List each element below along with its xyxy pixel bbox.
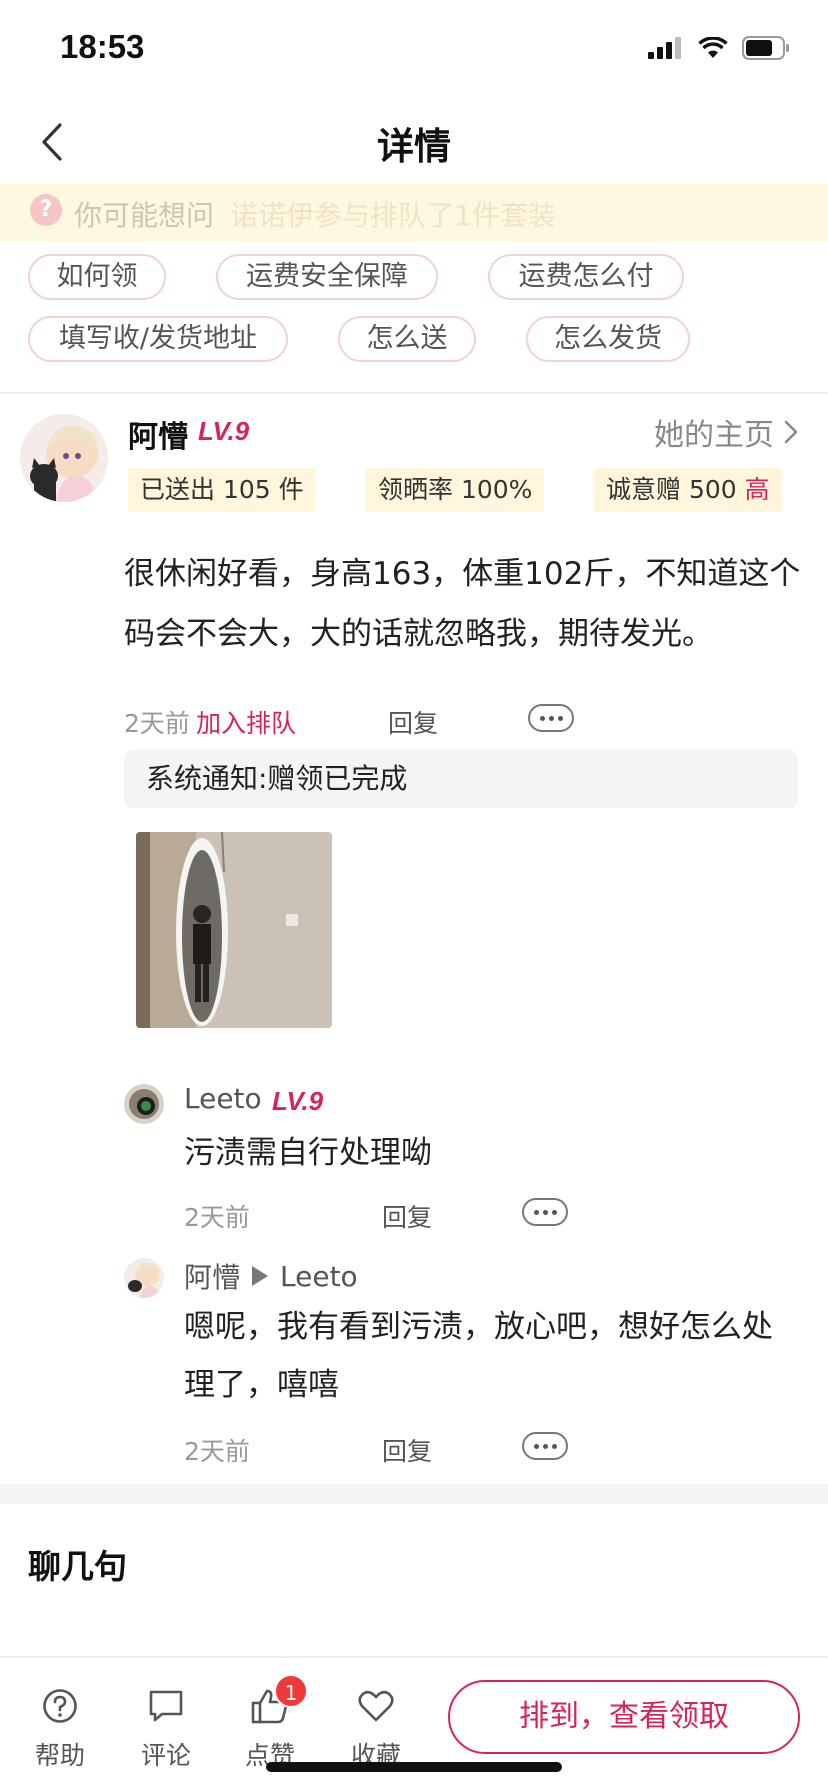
question-icon: ? (30, 194, 62, 226)
reply-arrow-icon (252, 1266, 269, 1286)
avatar[interactable] (20, 414, 108, 502)
stat-sincerity-value: 诚意赠 500 (606, 475, 737, 504)
status-bar: 18:53 (0, 0, 828, 100)
join-queue-link[interactable]: 加入排队 (196, 704, 296, 740)
avatar-image (124, 1084, 164, 1124)
comment-tab[interactable]: 评论 (126, 1686, 206, 1772)
signal-icon (648, 37, 681, 59)
help-icon (43, 1689, 77, 1723)
home-indicator (266, 1762, 562, 1772)
homepage-link[interactable]: 她的主页 (654, 410, 798, 454)
stat-sincerity-level: 高 (744, 475, 770, 504)
photo-image (136, 832, 332, 1028)
comment-author[interactable]: 阿懵 (184, 1256, 240, 1296)
stat-sincerity: 诚意赠 500 高 (594, 468, 782, 512)
like-tab[interactable]: 点赞 1 (230, 1674, 310, 1772)
chat-section-title: 聊几句 (28, 1547, 127, 1586)
heart-icon (358, 1690, 394, 1722)
help-label: 帮助 (34, 1741, 85, 1770)
avatar-image (124, 1258, 164, 1298)
system-notice: 系统通知:赠领已完成 (124, 750, 798, 808)
status-time: 18:53 (60, 28, 145, 65)
avatar-image (20, 414, 108, 502)
comment-icon (149, 1690, 183, 1722)
post-photo[interactable] (136, 832, 332, 1028)
more-options-icon[interactable] (528, 704, 574, 732)
comment-label: 评论 (140, 1741, 191, 1770)
homepage-label: 她的主页 (654, 418, 774, 453)
favorite-tab[interactable]: 收藏 (336, 1686, 416, 1772)
comment-meta: 2天前 回复 (184, 1426, 584, 1466)
faq-tag[interactable]: 填写收/发货地址 (28, 316, 288, 362)
stat-sent: 已送出 105 件 (128, 468, 316, 512)
comment-author-line: 阿懵 Leeto (184, 1256, 358, 1296)
faq-tag[interactable]: 怎么发货 (526, 316, 690, 362)
section-divider (0, 1484, 828, 1504)
reply-button[interactable]: 回复 (388, 704, 438, 740)
comment-avatar[interactable] (124, 1258, 164, 1298)
comment-time: 2天前 (184, 1437, 250, 1466)
faq-notice-banner[interactable]: ? 你可能想问 诺诺伊参与排队了1件套装 (0, 184, 828, 242)
divider (0, 392, 828, 394)
author-level: LV.9 (198, 416, 250, 446)
stat-claim-rate: 领晒率 100% (366, 468, 545, 512)
author-name[interactable]: 阿懵 (128, 412, 188, 456)
notice-scrolling-text: 诺诺伊参与排队了1件套装 (230, 199, 556, 232)
comment-time: 2天前 (184, 1203, 250, 1232)
comment-reply-button[interactable]: 回复 (382, 1198, 432, 1234)
comment-text: 嗯呢，我有看到污渍，放心吧，想好怎么处理了，嘻嘻 (184, 1309, 773, 1403)
notice-label: 你可能想问 (74, 199, 215, 232)
faq-tag[interactable]: 运费怎么付 (488, 254, 684, 300)
nav-bar: 详情 (0, 100, 828, 182)
comment-author-level: LV.9 (272, 1086, 324, 1116)
wifi-icon (698, 37, 728, 58)
faq-tag[interactable]: 如何领 (28, 254, 166, 300)
help-tab[interactable]: 帮助 (20, 1686, 100, 1772)
more-options-icon[interactable] (522, 1432, 568, 1460)
comment-author[interactable]: Leeto (184, 1082, 262, 1115)
status-icons (648, 36, 790, 60)
post-text: 很休闲好看，身高163，体重102斤，不知道这个码会不会大，大的话就忽略我，期待… (124, 556, 801, 652)
post-time: 2天前 (124, 709, 190, 738)
comment-reply-button[interactable]: 回复 (382, 1432, 432, 1468)
page-title: 详情 (377, 125, 451, 168)
post-meta: 2天前 加入排队 回复 (124, 698, 724, 738)
claim-button[interactable]: 排到，查看领取 (448, 1680, 800, 1754)
more-options-icon[interactable] (522, 1198, 568, 1226)
comment-avatar[interactable] (124, 1084, 164, 1124)
battery-icon (742, 36, 789, 60)
chevron-right-icon (784, 420, 798, 444)
comment-reply-to[interactable]: Leeto (280, 1260, 358, 1293)
comment-text: 污渍需自行处理呦 (184, 1135, 432, 1171)
comment-meta: 2天前 回复 (184, 1192, 584, 1232)
faq-tag[interactable]: 怎么送 (338, 316, 476, 362)
like-count-badge: 1 (274, 1674, 308, 1708)
faq-tag[interactable]: 运费安全保障 (216, 254, 438, 300)
